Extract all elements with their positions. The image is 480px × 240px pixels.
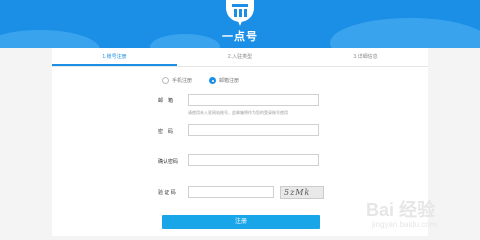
- register-button[interactable]: 注册: [162, 215, 320, 229]
- email-register-label: 邮箱注册: [219, 78, 240, 84]
- email-hint: 请使用未入驻网站账号，此邮箱将作为您的登录账号使用: [188, 110, 288, 115]
- step-join-type[interactable]: 2.入驻类型: [177, 48, 303, 66]
- password-field[interactable]: [188, 124, 319, 136]
- email-field[interactable]: [188, 94, 319, 106]
- captcha-image[interactable]: 5zMk: [280, 186, 324, 199]
- email-label: 邮 箱: [158, 98, 174, 104]
- watermark-logo: Bai 经验: [366, 200, 436, 220]
- brand-logo-icon: [226, 0, 254, 26]
- confirm-password-label: 确认密码: [158, 159, 179, 165]
- radio-selected-icon[interactable]: [209, 77, 216, 85]
- phone-register-label: 手机注册: [172, 78, 193, 84]
- step-tabs: 1.账号注册 2.入驻类型 3.详细信息: [52, 48, 428, 67]
- captcha-label: 验 证 码: [158, 190, 176, 196]
- password-label: 密 码: [158, 129, 174, 135]
- watermark-url: jingyan.baidu.com: [372, 220, 437, 229]
- watermark: Bai 经验 jingyan.baidu.com: [366, 188, 476, 232]
- step-account-register[interactable]: 1.账号注册: [52, 48, 177, 66]
- step-details[interactable]: 3.详细信息: [303, 48, 428, 66]
- header-banner: 一点号: [0, 0, 480, 48]
- radio-unselected-icon[interactable]: [162, 77, 169, 85]
- brand-name: 一点号: [222, 31, 258, 43]
- captcha-field[interactable]: [188, 186, 274, 198]
- email-register-option[interactable]: 邮箱注册: [209, 76, 239, 86]
- phone-register-option[interactable]: 手机注册: [162, 76, 192, 86]
- confirm-password-field[interactable]: [188, 154, 319, 166]
